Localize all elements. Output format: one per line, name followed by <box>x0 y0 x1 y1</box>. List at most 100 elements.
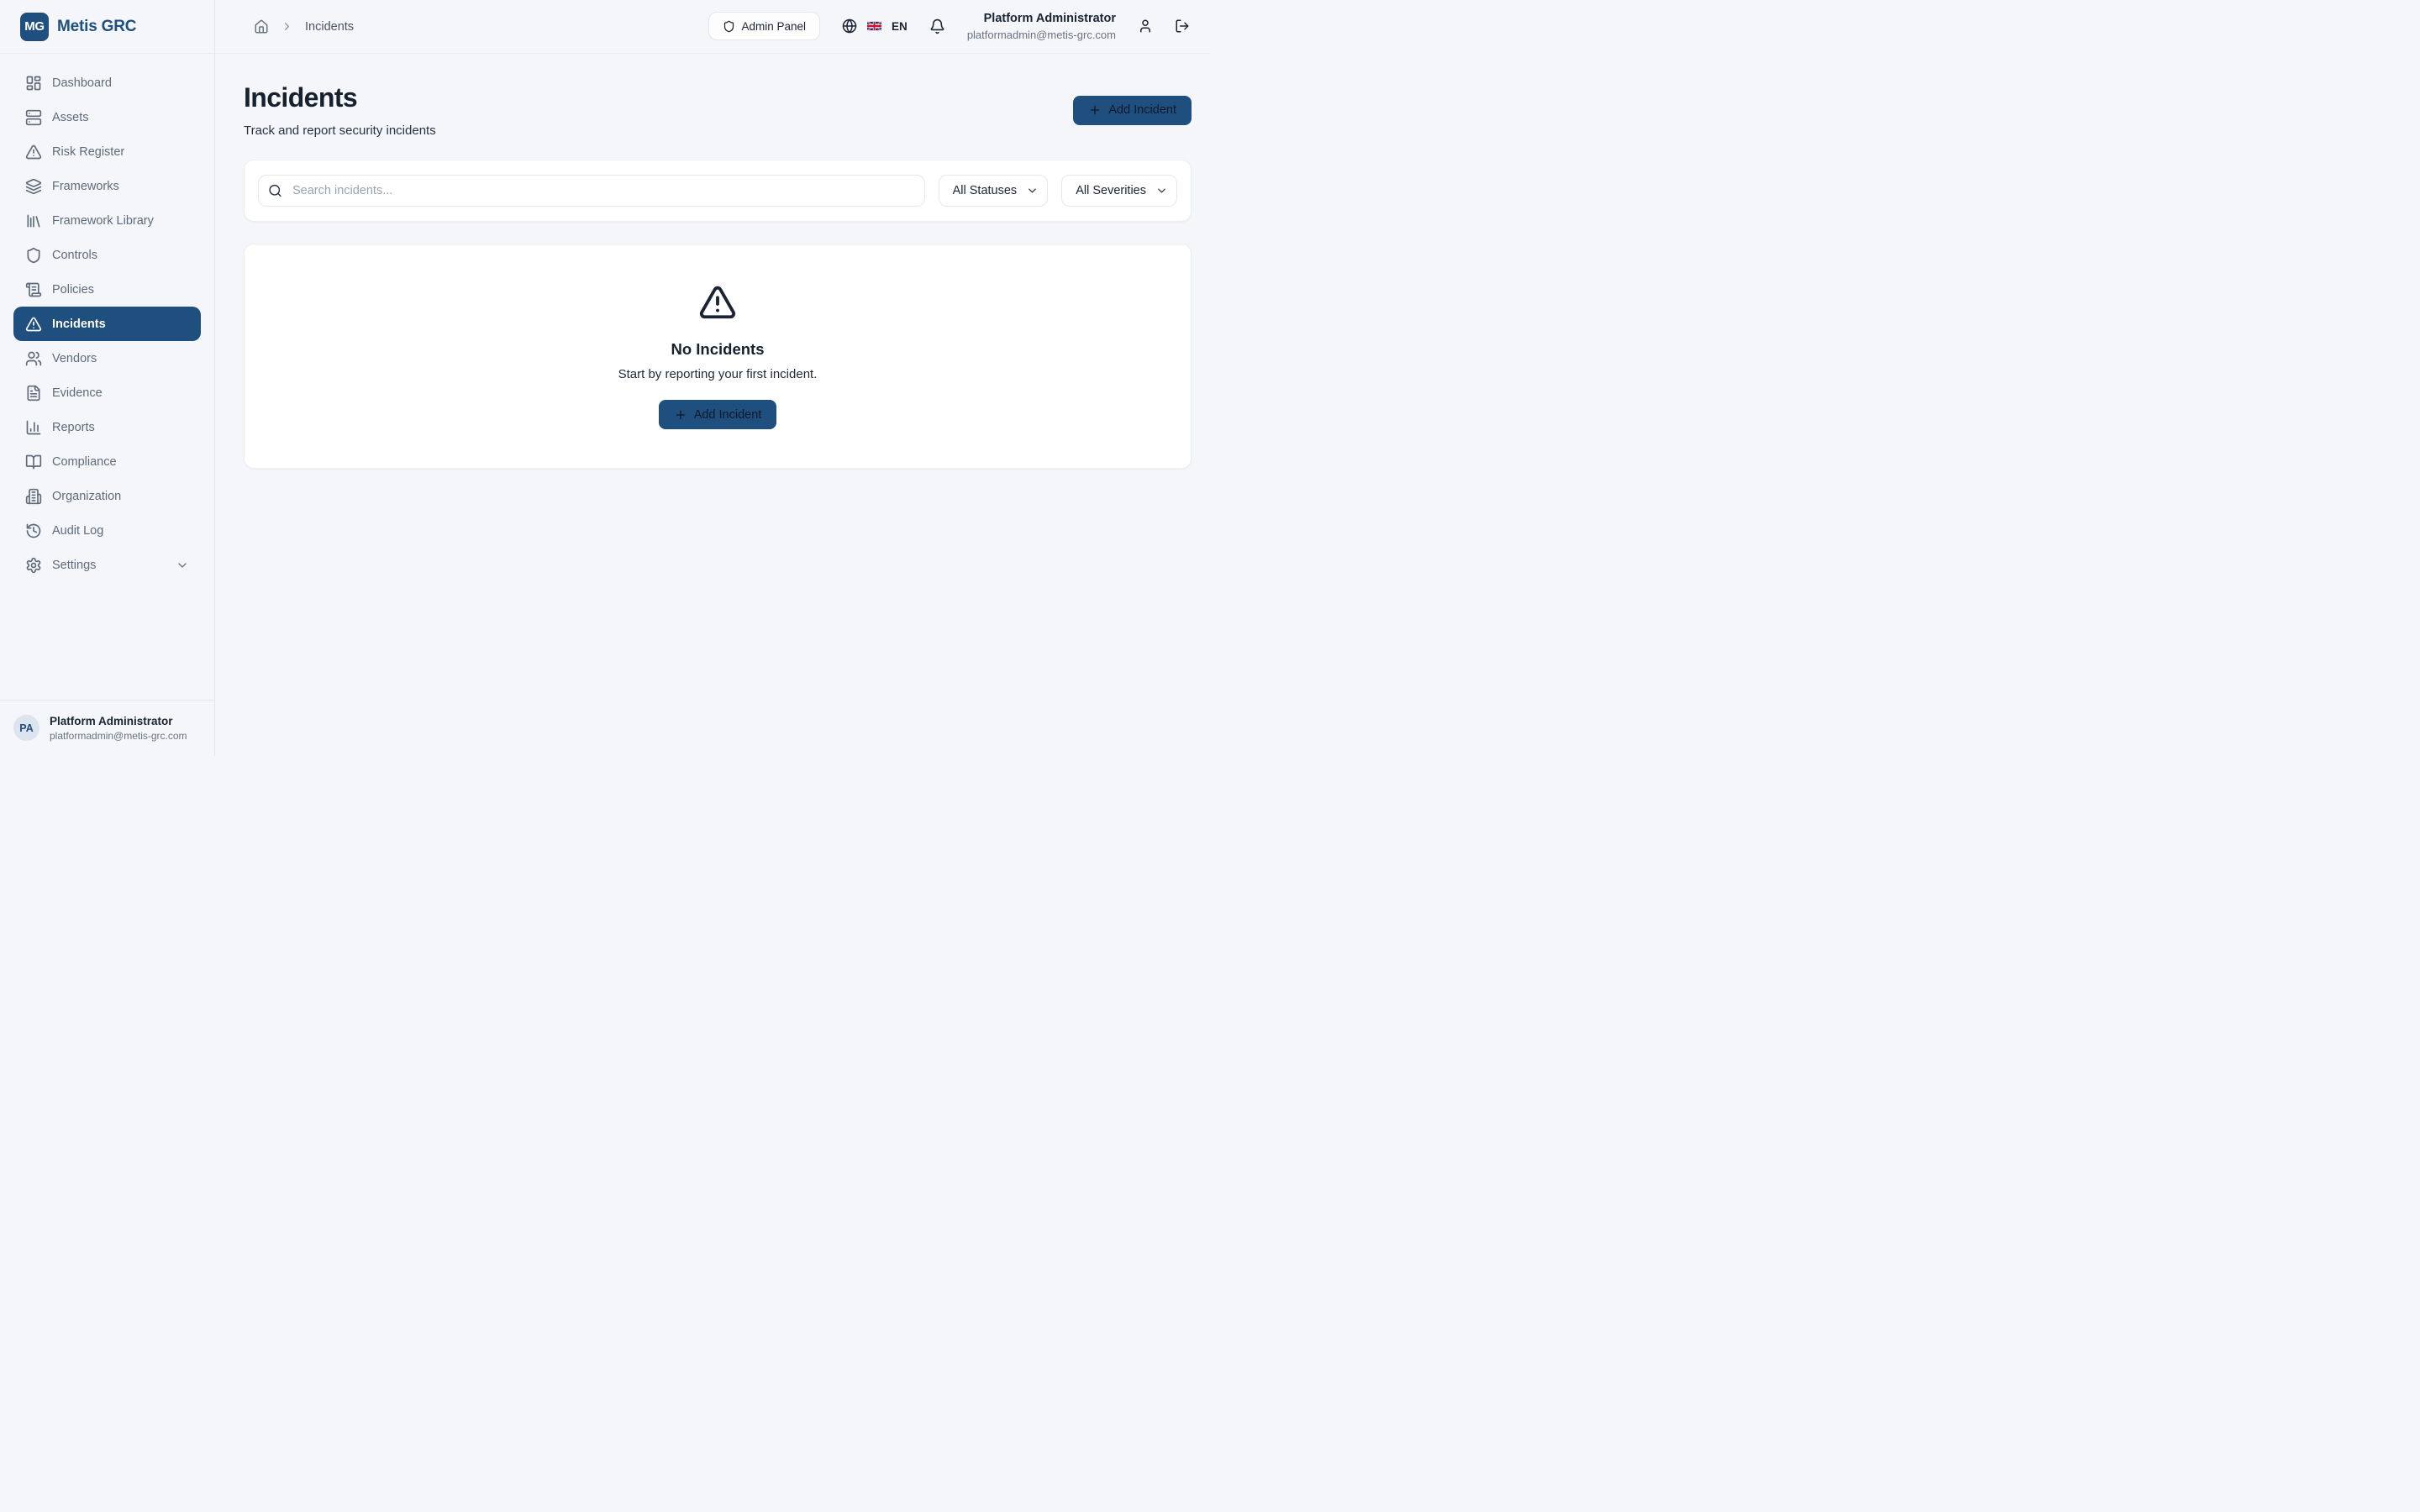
assets-icon <box>25 109 42 126</box>
topbar-user-name: Platform Administrator <box>967 10 1116 27</box>
empty-state-add-incident-button[interactable]: Add Incident <box>659 400 777 429</box>
sidebar-item-risk-register[interactable]: Risk Register <box>13 134 201 169</box>
language-code: EN <box>892 20 908 33</box>
topbar-user-info: Platform Administrator platformadmin@met… <box>967 10 1116 42</box>
add-incident-label: Add Incident <box>1108 103 1176 117</box>
sidebar-item-label: Frameworks <box>52 180 119 193</box>
page-subtitle: Track and report security incidents <box>244 123 436 138</box>
sidebar-item-vendors[interactable]: Vendors <box>13 341 201 375</box>
chevron-down-icon <box>1155 185 1168 197</box>
sidebar-item-controls[interactable]: Controls <box>13 238 201 272</box>
topbar-user-email: platformadmin@metis-grc.com <box>967 28 1116 43</box>
status-filter-value: All Statuses <box>953 184 1018 197</box>
sidebar-user-name: Platform Administrator <box>50 714 187 729</box>
breadcrumb-current: Incidents <box>305 20 354 34</box>
brand-logo: MG <box>20 13 49 41</box>
sidebar-item-label: Incidents <box>52 318 106 331</box>
sidebar-item-settings[interactable]: Settings <box>13 548 201 582</box>
topbar-actions: Admin Panel EN Platform Administrator <box>708 10 1191 42</box>
sidebar: MG Metis GRC Dashboard Assets Risk <box>0 0 215 756</box>
breadcrumb: Incidents <box>254 19 354 34</box>
framework-library-icon <box>25 213 42 229</box>
sidebar-item-label: Dashboard <box>52 76 112 90</box>
vendors-icon <box>25 350 42 367</box>
status-filter-select[interactable]: All Statuses <box>939 175 1049 207</box>
sidebar-item-dashboard[interactable]: Dashboard <box>13 66 201 100</box>
search-wrap <box>258 175 925 207</box>
evidence-icon <box>25 385 42 402</box>
language-switcher[interactable]: EN <box>842 18 908 34</box>
sidebar-item-organization[interactable]: Organization <box>13 479 201 513</box>
sidebar-item-policies[interactable]: Policies <box>13 272 201 307</box>
sidebar-item-framework-library[interactable]: Framework Library <box>13 203 201 238</box>
risk-register-icon <box>25 144 42 160</box>
search-input[interactable] <box>258 175 925 207</box>
sidebar-user-card[interactable]: PA Platform Administrator platformadmin@… <box>0 700 214 756</box>
sidebar-item-label: Compliance <box>52 455 117 469</box>
chevron-right-icon <box>281 20 293 33</box>
policies-icon <box>25 281 42 298</box>
main-area: Incidents Admin Panel EN <box>215 0 1210 756</box>
brand-name: Metis GRC <box>57 18 136 36</box>
severity-filter-select[interactable]: All Severities <box>1061 175 1177 207</box>
brand[interactable]: MG Metis GRC <box>0 0 214 54</box>
empty-state-title: No Incidents <box>671 340 764 359</box>
sidebar-item-label: Vendors <box>52 352 97 365</box>
bell-icon[interactable] <box>929 18 945 34</box>
sidebar-item-assets[interactable]: Assets <box>13 100 201 134</box>
admin-panel-label: Admin Panel <box>742 20 807 33</box>
sidebar-item-label: Evidence <box>52 386 103 400</box>
page-title: Incidents <box>244 82 436 113</box>
sidebar-item-label: Reports <box>52 421 95 434</box>
sidebar-user-text: Platform Administrator platformadmin@met… <box>50 714 187 743</box>
user-icon[interactable] <box>1138 18 1153 34</box>
uk-flag-icon <box>867 21 881 31</box>
sidebar-item-label: Policies <box>52 283 94 297</box>
app-window: MG Metis GRC Dashboard Assets Risk <box>0 0 1210 756</box>
sidebar-item-label: Risk Register <box>52 145 124 159</box>
plus-icon <box>1088 103 1102 117</box>
admin-panel-button[interactable]: Admin Panel <box>708 12 821 40</box>
sidebar-nav: Dashboard Assets Risk Register Framework… <box>0 54 214 700</box>
page-header-text: Incidents Track and report security inci… <box>244 82 436 138</box>
dashboard-icon <box>25 75 42 92</box>
severity-filter-value: All Severities <box>1076 184 1146 197</box>
organization-icon <box>25 488 42 505</box>
sidebar-item-label: Organization <box>52 490 121 503</box>
avatar: PA <box>13 715 39 741</box>
sidebar-item-compliance[interactable]: Compliance <box>13 444 201 479</box>
sidebar-item-audit-log[interactable]: Audit Log <box>13 513 201 548</box>
sidebar-item-label: Settings <box>52 559 96 572</box>
chevron-down-icon <box>1026 185 1039 197</box>
controls-icon <box>25 247 42 264</box>
sidebar-item-label: Framework Library <box>52 214 154 228</box>
sidebar-item-label: Assets <box>52 111 89 124</box>
empty-state-message: Start by reporting your first incident. <box>618 367 818 381</box>
frameworks-icon <box>25 178 42 195</box>
audit-log-icon <box>25 522 42 539</box>
reports-icon <box>25 419 42 436</box>
sidebar-user-email: platformadmin@metis-grc.com <box>50 729 187 743</box>
plus-icon <box>674 408 687 422</box>
warning-triangle-icon <box>698 283 737 322</box>
logout-icon[interactable] <box>1175 18 1190 34</box>
shield-icon <box>723 20 735 33</box>
chevron-down-icon <box>176 559 189 572</box>
add-incident-button[interactable]: Add Incident <box>1073 96 1192 125</box>
sidebar-item-label: Audit Log <box>52 524 103 538</box>
sidebar-item-frameworks[interactable]: Frameworks <box>13 169 201 203</box>
page-content: Incidents Track and report security inci… <box>215 54 1210 756</box>
sidebar-item-reports[interactable]: Reports <box>13 410 201 444</box>
empty-state-add-incident-label: Add Incident <box>694 408 762 422</box>
settings-icon <box>25 557 42 574</box>
filters-card: All Statuses All Severities <box>244 160 1192 222</box>
page-header: Incidents Track and report security inci… <box>244 82 1192 138</box>
globe-icon <box>842 18 857 34</box>
compliance-icon <box>25 454 42 470</box>
home-icon[interactable] <box>254 19 269 34</box>
sidebar-item-evidence[interactable]: Evidence <box>13 375 201 410</box>
topbar: Incidents Admin Panel EN <box>215 0 1210 54</box>
sidebar-item-incidents[interactable]: Incidents <box>13 307 201 341</box>
sidebar-item-label: Controls <box>52 249 97 262</box>
empty-state-card: No Incidents Start by reporting your fir… <box>244 244 1192 469</box>
